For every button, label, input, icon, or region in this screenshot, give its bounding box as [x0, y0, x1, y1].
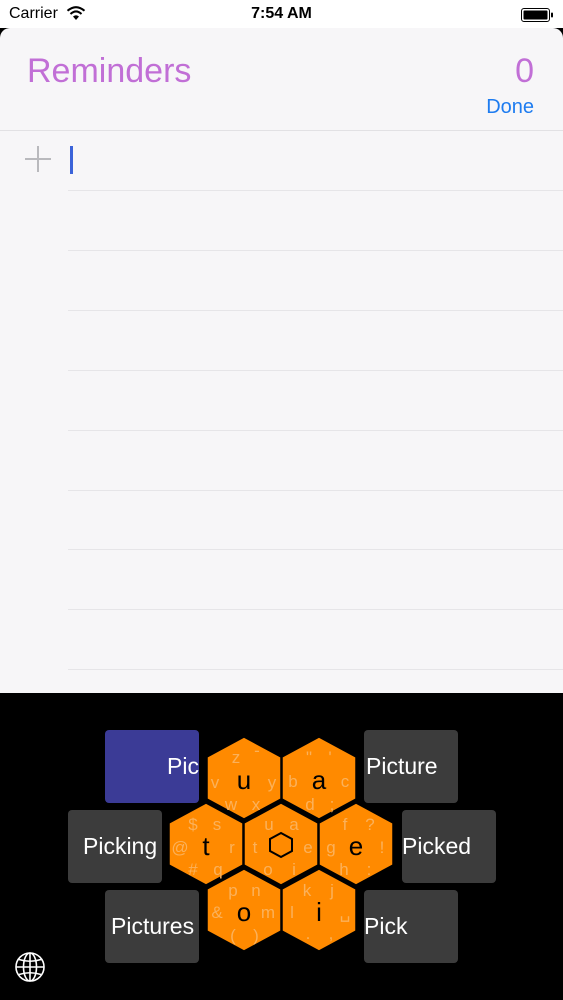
- hex-secondary: e: [303, 838, 312, 857]
- hex-secondary: -: [254, 741, 260, 760]
- hex-secondary: l: [290, 903, 294, 922]
- hex-secondary: b: [288, 772, 297, 791]
- hex-secondary: m: [261, 903, 275, 922]
- hex-key-e[interactable]: f ? g ! h : e: [318, 802, 394, 886]
- hex-secondary: ␣: [340, 903, 351, 922]
- hex-secondary: f: [343, 815, 348, 834]
- plus-icon[interactable]: [24, 145, 52, 173]
- hex-secondary: !: [380, 838, 385, 857]
- hex-key-u[interactable]: z - v y w x u: [206, 736, 282, 820]
- hex-secondary: (: [230, 926, 236, 945]
- globe-icon[interactable]: [13, 950, 47, 984]
- hex-letter: o: [237, 897, 251, 927]
- hex-secondary: c: [341, 772, 350, 791]
- hex-secondary: ': [328, 748, 331, 767]
- hex-secondary: q: [213, 860, 222, 879]
- hex-secondary: .: [306, 924, 311, 943]
- hex-secondary: s: [213, 815, 222, 834]
- hex-secondary: ?: [365, 815, 374, 834]
- hex-secondary: g: [326, 838, 335, 857]
- hex-secondary: :: [367, 860, 372, 879]
- hex-secondary: &: [211, 903, 223, 922]
- done-button[interactable]: Done: [486, 96, 534, 119]
- hex-secondary: x: [252, 795, 261, 814]
- hex-letter: u: [237, 765, 251, 795]
- hex-secondary: t: [253, 838, 258, 857]
- hex-secondary: $: [188, 815, 198, 834]
- hex-secondary: h: [339, 860, 348, 879]
- hex-secondary: #: [188, 860, 198, 879]
- hex-keyboard: Pic Picture Picking Picked Pictures Pick…: [0, 693, 563, 1000]
- hex-secondary: o: [263, 860, 272, 879]
- battery-icon: [521, 8, 553, 22]
- hex-secondary: u: [264, 815, 273, 834]
- page-title: Reminders: [27, 52, 192, 90]
- hex-secondary: r: [229, 838, 235, 857]
- hex-letter: a: [312, 765, 327, 795]
- hex-key-a[interactable]: " ' b c d ; a: [281, 736, 357, 820]
- hex-secondary: @: [171, 838, 188, 857]
- hex-secondary: y: [268, 773, 277, 792]
- hex-key-cluster: z - v y w x u " ' b c d ; a $ s @ r # q …: [168, 736, 394, 952]
- hex-secondary: v: [211, 773, 220, 792]
- hex-secondary: i: [292, 860, 296, 879]
- reminders-sheet: Reminders 0 Done: [0, 28, 563, 693]
- hex-secondary: d: [305, 795, 314, 814]
- hex-key-t[interactable]: $ s @ r # q t: [168, 802, 244, 886]
- reminder-count: 0: [515, 52, 534, 90]
- hex-letter: e: [349, 831, 363, 861]
- hex-secondary: j: [329, 881, 334, 900]
- hex-secondary: ): [253, 926, 259, 945]
- list-rules: [0, 130, 563, 670]
- hex-secondary: w: [224, 795, 238, 814]
- hex-secondary: a: [289, 815, 299, 834]
- status-bar: Carrier 7:54 AM: [0, 0, 563, 28]
- hex-secondary: k: [303, 881, 312, 900]
- hex-key-o[interactable]: p n & m ( ) o: [206, 868, 282, 952]
- hex-key-i[interactable]: k j l ␣ . , i: [281, 868, 357, 952]
- hex-secondary: ,: [329, 924, 334, 943]
- hex-letter: t: [202, 831, 210, 861]
- hex-key-center[interactable]: u a t e o i: [243, 802, 319, 886]
- new-reminder-input[interactable]: [70, 146, 73, 174]
- hex-secondary: n: [251, 881, 260, 900]
- hex-letter: i: [316, 897, 322, 927]
- clock: 7:54 AM: [251, 5, 312, 22]
- hex-secondary: ;: [330, 795, 335, 814]
